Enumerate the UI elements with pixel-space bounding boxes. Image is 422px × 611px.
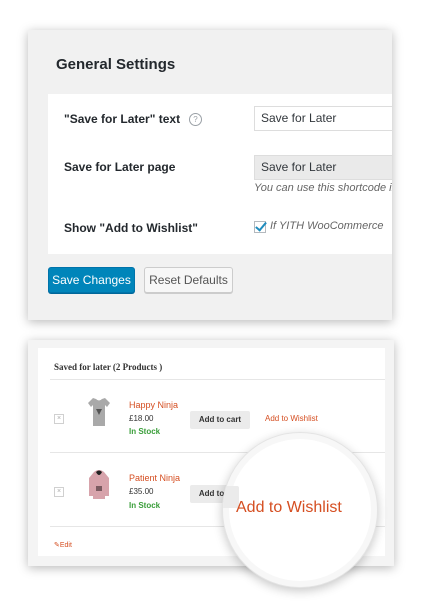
product-price: £18.00 — [129, 414, 154, 423]
remove-item-button[interactable]: × — [54, 414, 64, 424]
save-for-later-page-label: Save for Later page — [64, 160, 176, 174]
magnifier-callout: Add to Wishlist — [222, 432, 378, 588]
add-to-cart-button[interactable]: Add to cart — [190, 411, 250, 429]
stock-status: In Stock — [129, 427, 161, 436]
remove-item-button[interactable]: × — [54, 487, 64, 497]
save-for-later-text-input[interactable]: Save for Later — [254, 106, 392, 131]
general-settings-panel: General Settings "Save for Later" text ?… — [28, 30, 392, 320]
divider — [50, 379, 385, 380]
save-for-later-page-select[interactable]: Save for Later — [254, 155, 392, 180]
edit-label: Edit — [59, 542, 72, 549]
save-changes-button[interactable]: Save Changes — [48, 267, 135, 293]
pink-hoodie-icon[interactable] — [86, 468, 112, 502]
saved-list-title: Saved for later (2 Products ) — [54, 362, 163, 372]
show-add-to-wishlist-checkbox[interactable] — [254, 221, 266, 233]
settings-form: "Save for Later" text ? Save for Later S… — [48, 94, 392, 254]
page-title: General Settings — [56, 56, 176, 73]
product-name-link[interactable]: Patient Ninja — [129, 473, 180, 483]
grey-tshirt-icon[interactable] — [86, 395, 112, 429]
edit-link[interactable]: ✎Edit — [54, 541, 72, 549]
stock-status: In Stock — [129, 501, 161, 510]
reset-defaults-button[interactable]: Reset Defaults — [144, 267, 233, 293]
wishlist-description: If YITH WooCommerce — [270, 220, 384, 232]
save-for-later-text-label: "Save for Later" text — [64, 112, 181, 126]
help-icon[interactable]: ? — [189, 113, 202, 126]
product-price: £35.00 — [129, 487, 154, 496]
page-description: You can use this shortcode in — [254, 182, 392, 194]
magnified-add-to-wishlist-link[interactable]: Add to Wishlist — [236, 499, 342, 517]
product-name-link[interactable]: Happy Ninja — [129, 400, 178, 410]
add-to-wishlist-link[interactable]: Add to Wishlist — [265, 414, 318, 423]
show-add-to-wishlist-label: Show "Add to Wishlist" — [64, 221, 198, 235]
